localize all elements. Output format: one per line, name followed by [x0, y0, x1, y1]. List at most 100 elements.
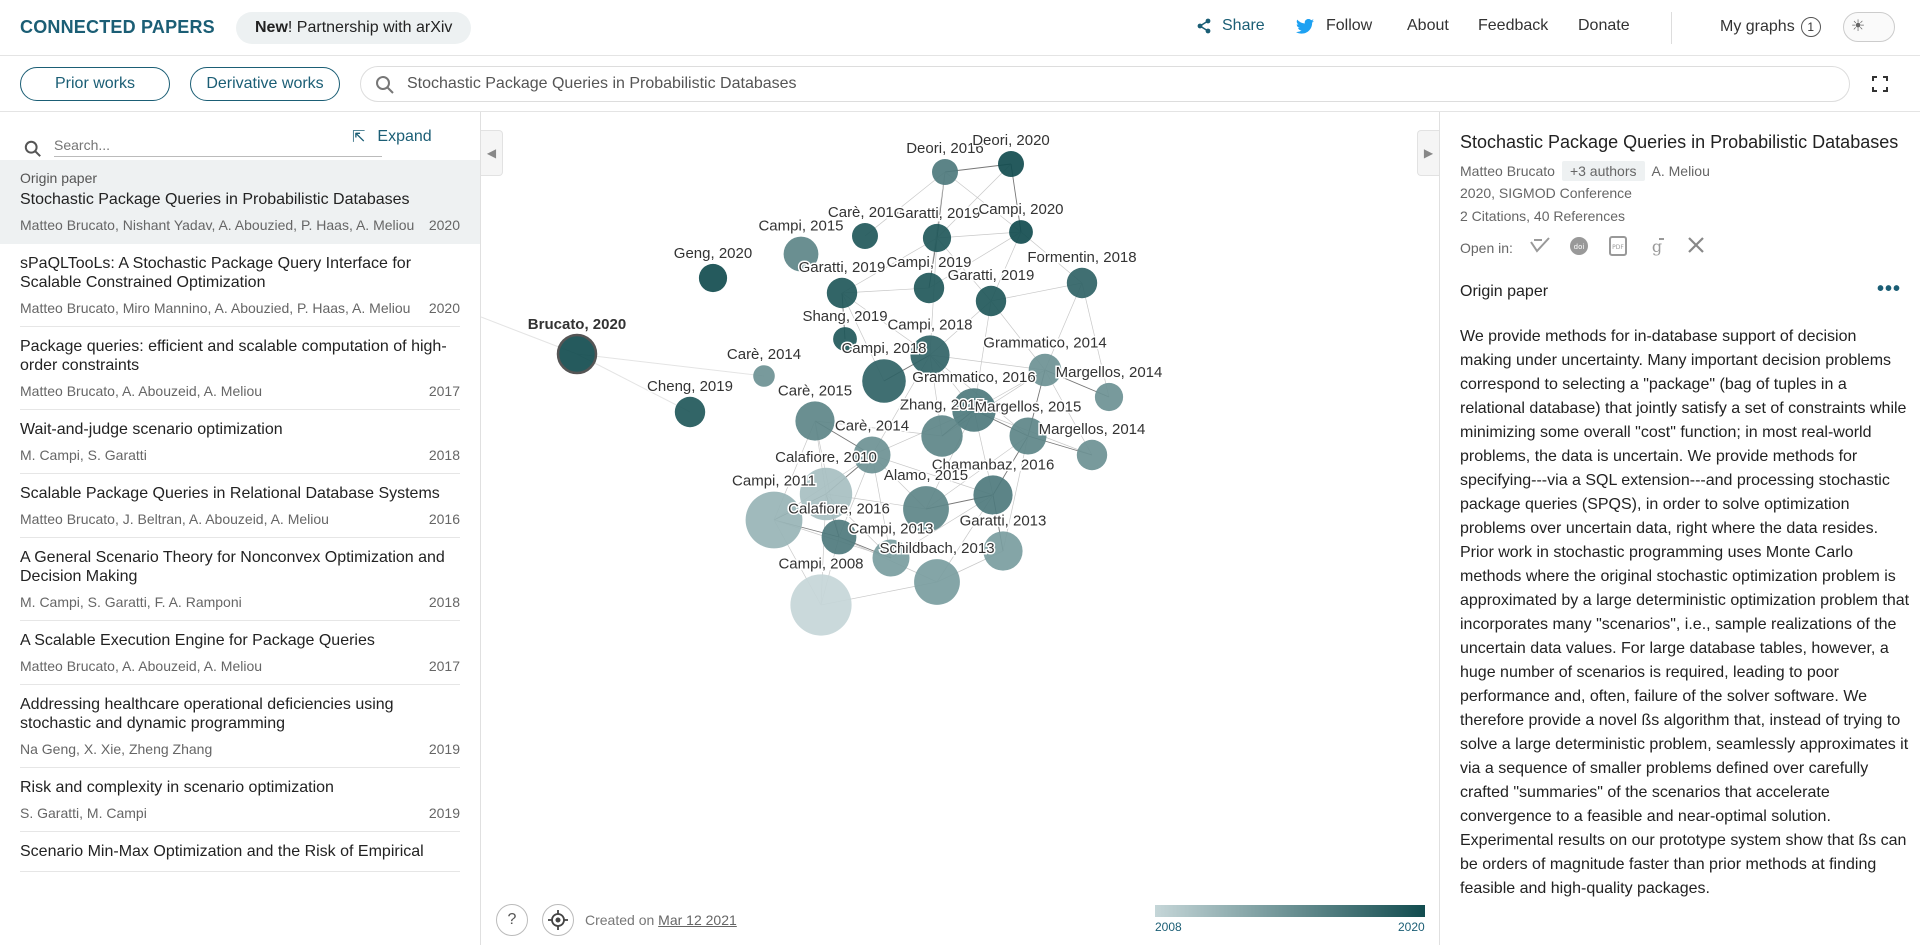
detail-title[interactable]: Stochastic Package Queries in Probabilis… [1460, 132, 1910, 153]
expand-label: Expand [377, 128, 432, 145]
node-label: Geng, 2020 [674, 245, 752, 262]
prior-works-button[interactable]: Prior works [20, 67, 170, 101]
donate-link[interactable]: Donate [1578, 17, 1630, 35]
more-options-icon[interactable]: ••• [1877, 278, 1901, 301]
theme-toggle[interactable]: ☀ [1843, 12, 1895, 42]
paper-node[interactable] [998, 151, 1024, 177]
graph-canvas[interactable]: Brucato, 2020 Deori, 2016 Deori, 2020 Carè,… [481, 112, 1439, 945]
paper-meta: S. Garatti, M. Campi 2019 [20, 805, 460, 821]
paper-node[interactable] [674, 396, 706, 428]
origin-tag: Origin paper [20, 170, 98, 186]
paper-list-item[interactable]: A General Scenario Theory for Nonconvex … [0, 538, 480, 621]
node-label: Garatti, 2019 [948, 267, 1035, 284]
collapse-left-panel-button[interactable]: ◀ [481, 130, 503, 176]
expand-button[interactable]: ⇱ Expand [352, 127, 432, 147]
paper-node[interactable] [753, 365, 775, 387]
top-navbar: CONNECTED PAPERS New! Partnership with a… [0, 0, 1920, 56]
paper-node[interactable] [698, 263, 728, 293]
follow-label: Follow [1326, 17, 1373, 34]
recenter-button[interactable] [542, 904, 574, 936]
expand-icon: ⇱ [352, 129, 366, 146]
search-toolbar: Prior works Derivative works [0, 56, 1920, 112]
paper-node[interactable] [975, 285, 1007, 317]
target-icon [548, 910, 568, 930]
node-label: Carè, 2014 [727, 346, 801, 363]
detail-first-author[interactable]: Matteo Brucato [1460, 163, 1555, 179]
node-label: Calafiore, 2010 [775, 449, 877, 466]
paper-node[interactable] [1009, 220, 1033, 244]
paper-node[interactable] [932, 159, 958, 185]
paper-search-input[interactable] [407, 72, 1807, 96]
node-label: Cheng, 2019 [647, 378, 733, 395]
open-in-row: Open in: doi PDF g [1460, 236, 1708, 260]
google-scholar-icon[interactable]: g [1645, 236, 1669, 260]
doi-icon[interactable]: doi [1567, 236, 1591, 260]
my-graphs-link[interactable]: My graphs 1 [1720, 17, 1821, 37]
about-link[interactable]: About [1407, 17, 1449, 35]
paper-node[interactable] [922, 223, 952, 253]
list-search-input[interactable] [54, 133, 382, 157]
paper-authors: M. Campi, S. Garatti, F. A. Ramponi [20, 594, 242, 610]
help-button[interactable]: ? [496, 904, 528, 936]
paper-node[interactable] [826, 277, 858, 309]
twitter-icon [1296, 18, 1314, 34]
paper-list-item[interactable]: sPaQLTooLs: A Stochastic Package Query I… [0, 244, 480, 327]
paper-node[interactable] [913, 272, 945, 304]
paper-title: Risk and complexity in scenario optimiza… [20, 779, 334, 796]
paper-title: sPaQLTooLs: A Stochastic Package Query I… [20, 255, 412, 291]
collapse-right-panel-button[interactable]: ▶ [1417, 130, 1439, 176]
brand-logo[interactable]: CONNECTED PAPERS [20, 17, 215, 38]
paper-node[interactable] [921, 415, 963, 457]
semantic-scholar-icon[interactable] [1528, 236, 1552, 260]
paper-authors: Matteo Brucato, J. Beltran, A. Abouzeid,… [20, 511, 329, 527]
share-link[interactable]: Share [1196, 17, 1265, 35]
node-label: Shang, 2019 [802, 308, 887, 325]
node-label: Brucato, 2020 [528, 316, 626, 333]
paper-list-item[interactable]: Addressing healthcare operational defici… [0, 685, 480, 768]
pdf-icon[interactable]: PDF [1606, 236, 1630, 260]
paper-list-item[interactable]: A Scalable Execution Engine for Package … [0, 621, 480, 685]
paper-authors: Matteo Brucato, A. Abouzeid, A. Meliou [20, 383, 263, 399]
node-label: Campi, 2018 [841, 340, 926, 357]
paper-node[interactable] [852, 223, 878, 249]
node-label: Campi, 2008 [778, 555, 863, 572]
paper-node[interactable] [1076, 439, 1108, 471]
created-prefix: Created on [585, 912, 659, 928]
node-label: Garatti, 2013 [960, 512, 1047, 529]
paper-list-item[interactable]: Wait-and-judge scenario optimization M. C… [0, 410, 480, 474]
paper-meta: Na Geng, X. Xie, Zheng Zhang 2019 [20, 741, 460, 757]
paper-node[interactable] [1094, 382, 1124, 412]
paper-node[interactable] [973, 475, 1013, 515]
detail-last-author[interactable]: A. Meliou [1652, 163, 1710, 179]
origin-paper-item[interactable]: Origin paper Stochastic Package Queries i… [0, 160, 480, 244]
created-date[interactable]: Mar 12 2021 [658, 912, 737, 928]
paper-list-item[interactable]: Scalable Package Queries in Relational D… [0, 474, 480, 538]
news-pill[interactable]: New! Partnership with arXiv [236, 12, 472, 44]
more-authors-button[interactable]: +3 authors [1561, 161, 1645, 181]
paper-node[interactable] [790, 574, 852, 636]
node-label: Carè, 2014 [835, 418, 909, 435]
node-label: Campi, 2020 [978, 201, 1063, 218]
paper-list-item[interactable]: Risk and complexity in scenario optimiza… [0, 768, 480, 832]
arxiv-icon[interactable] [1684, 236, 1708, 260]
paper-title: Stochastic Package Queries in Probabilis… [20, 191, 410, 208]
fullscreen-icon [1872, 76, 1888, 92]
paper-node[interactable] [914, 559, 960, 605]
paper-authors: Na Geng, X. Xie, Zheng Zhang [20, 741, 213, 757]
follow-link[interactable]: Follow [1296, 17, 1372, 35]
feedback-link[interactable]: Feedback [1478, 17, 1548, 35]
paper-node[interactable] [1066, 267, 1098, 299]
origin-node[interactable] [556, 333, 598, 375]
paper-year: 2017 [428, 658, 460, 674]
node-label: Campi, 2015 [758, 218, 843, 235]
node-label: Zhang, 2015 [900, 396, 984, 413]
share-icon [1197, 18, 1211, 34]
paper-list-item[interactable]: Package queries: efficient and scalable … [0, 327, 480, 410]
derivative-works-button[interactable]: Derivative works [190, 67, 340, 101]
fullscreen-button[interactable] [1868, 72, 1892, 96]
paper-list-item[interactable]: Scenario Min-Max Optimization and the Ri… [0, 832, 480, 872]
paper-node[interactable] [795, 401, 835, 441]
paper-title: Addressing healthcare operational defici… [20, 696, 394, 732]
graph-svg[interactable]: Brucato, 2020Deori, 2016Deori, 2020Carè,… [481, 112, 1439, 945]
node-label: Garatti, 2019 [799, 259, 886, 276]
